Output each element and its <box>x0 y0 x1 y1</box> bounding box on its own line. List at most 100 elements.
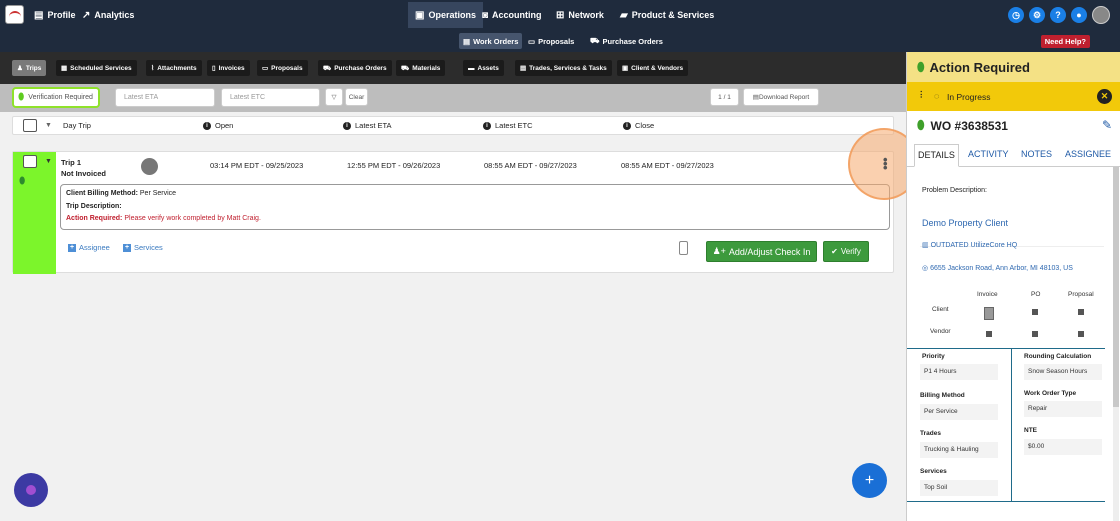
mobile-phone-icon[interactable] <box>679 241 688 255</box>
help-icon[interactable]: ? <box>1050 7 1066 23</box>
asset-icon: ▬ <box>468 64 475 72</box>
filter-bar: ⬮ Verification Required Latest ETA Latest… <box>0 84 906 112</box>
add-services-link[interactable]: + Services <box>123 243 163 252</box>
services-label: Services <box>920 468 947 475</box>
location-link[interactable]: ▥ OUTDATED UtilizeCore HQ <box>922 241 1017 249</box>
add-assignee-link[interactable]: + Assignee <box>68 243 110 252</box>
tab-trades-services-tasks[interactable]: ▤ Trades, Services & Tasks <box>515 60 612 76</box>
grid-col-invoice: Invoice <box>977 291 998 298</box>
gear-icon[interactable]: ⚙ <box>1029 7 1045 23</box>
trip-checkbox[interactable] <box>23 155 37 168</box>
client-name-link[interactable]: Demo Property Client <box>922 218 1008 228</box>
work-order-type-value: Repair <box>1024 401 1102 417</box>
rounding-value: Snow Season Hours <box>1024 364 1102 380</box>
tab-proposals[interactable]: ▭ Proposals <box>257 60 308 76</box>
nav-product-services[interactable]: ▰ Product & Services <box>620 0 714 30</box>
latest-etc-input[interactable]: Latest ETC <box>221 88 320 107</box>
chevron-down-icon[interactable]: ▼ <box>45 158 52 165</box>
need-help-button[interactable]: Need Help? <box>1040 35 1090 48</box>
company-logo[interactable] <box>5 5 24 24</box>
plus-icon: + <box>123 243 131 252</box>
trades-label: Trades <box>920 430 941 437</box>
nav-profile[interactable]: ▤ Profile <box>34 0 75 30</box>
tab-details[interactable]: DETAILS <box>914 144 959 167</box>
latest-eta-input[interactable]: Latest ETA <box>115 88 215 107</box>
tab-notes[interactable]: NOTES <box>1021 149 1052 159</box>
status-text: In Progress <box>947 92 991 102</box>
user-avatar[interactable] <box>1092 6 1110 24</box>
kebab-menu-icon[interactable]: ⋮ <box>917 89 926 100</box>
header-close: i Close <box>623 121 654 130</box>
kebab-menu-icon[interactable]: • • • <box>883 153 888 174</box>
clear-button[interactable]: Clear <box>345 88 368 106</box>
filter-icon[interactable]: ▽ <box>325 88 343 106</box>
verify-button[interactable]: ✔ Verify <box>823 241 869 262</box>
pagination[interactable]: 1 / 1 <box>710 88 739 106</box>
tab-client-vendors[interactable]: ▣ Client & Vendors <box>617 60 689 76</box>
vendor-po-icon[interactable] <box>1032 331 1038 337</box>
calendar-icon: ▦ <box>61 65 68 72</box>
chat-widget-button[interactable] <box>14 473 48 507</box>
spinner-icon: ◌ <box>934 91 940 101</box>
tab-materials[interactable]: ⛟ Materials <box>396 60 446 76</box>
download-report-button[interactable]: ▤ Download Report <box>743 88 819 106</box>
status-bar: ⋮ ◌ In Progress ✕ <box>907 82 1120 111</box>
pencil-edit-icon[interactable]: ✎ <box>1102 118 1112 132</box>
chat-bubble-icon[interactable]: ● <box>1071 7 1087 23</box>
nav-accounting[interactable]: ◙ Accounting <box>482 0 542 30</box>
invoice-document-icon[interactable] <box>984 307 994 320</box>
tab-activity[interactable]: ACTIVITY <box>968 149 1009 159</box>
subnav-proposals[interactable]: ▭ Proposals <box>524 33 578 49</box>
subnav-work-orders[interactable]: ▤ Work Orders <box>459 33 523 49</box>
technician-avatar[interactable] <box>141 158 158 175</box>
billing-method-label: Billing Method <box>920 392 965 399</box>
vendor-invoice-icon[interactable] <box>986 331 992 337</box>
tab-assignee[interactable]: ASSIGNEE <box>1065 149 1111 159</box>
select-all-checkbox[interactable] <box>23 119 37 132</box>
grid-col-po: PO <box>1031 291 1041 298</box>
grid-row-vendor: Vendor <box>930 328 951 335</box>
trip-description-label: Trip Description: <box>66 202 122 210</box>
chart-icon: ↗ <box>82 9 91 21</box>
map-pin-icon: ⬮ <box>18 92 25 103</box>
info-icon: i <box>343 121 351 130</box>
add-fab-button[interactable]: + <box>852 463 887 498</box>
address-link[interactable]: ◎ 6655 Jackson Road, Ann Arbor, MI 48103… <box>922 264 1073 272</box>
trip-name: Trip 1 <box>61 158 82 167</box>
work-order-number: ⬮ WO #3638531 <box>917 118 1008 133</box>
timer-icon[interactable]: ◷ <box>1008 7 1024 23</box>
tab-assets[interactable]: ▬ Assets <box>463 60 504 76</box>
status-filter[interactable]: ⬮ Verification Required <box>12 87 100 108</box>
add-adjust-checkin-button[interactable]: ♟+ Add/Adjust Check In <box>706 241 817 262</box>
tab-attachments[interactable]: ⌇ Attachments <box>146 60 202 76</box>
check-icon: ✔ <box>831 247 838 256</box>
vendor-proposal-icon[interactable] <box>1078 331 1084 337</box>
subnav-purchase-orders[interactable]: ⛟ Purchase Orders <box>586 33 667 49</box>
tab-trips[interactable]: ♟ Trips <box>12 60 47 76</box>
map-marker-icon: ◎ <box>922 265 929 272</box>
tab-scheduled-services[interactable]: ▦ Scheduled Services <box>56 60 137 76</box>
services-value: Top Soil <box>920 480 998 496</box>
trip-open: 03:14 PM EDT - 09/25/2023 <box>210 161 304 170</box>
nte-value: $0.00 <box>1024 439 1102 455</box>
work-order-type-label: Work Order Type <box>1024 390 1077 397</box>
nav-analytics[interactable]: ↗ Analytics <box>82 0 134 30</box>
client-po-icon[interactable] <box>1032 309 1038 315</box>
truck-icon: ⛟ <box>401 64 410 72</box>
tools-icon: ▤ <box>520 65 527 72</box>
person-icon: ♟ <box>17 65 23 72</box>
tab-invoices[interactable]: ▯ Invoices <box>207 60 250 76</box>
id-card-icon: ▣ <box>622 65 629 72</box>
client-proposal-icon[interactable] <box>1078 309 1084 315</box>
tab-purchase-orders[interactable]: ⛟ Purchase Orders <box>318 60 392 76</box>
priority-value: P1 4 Hours <box>920 364 998 380</box>
map-pin-icon: ⬮ <box>19 176 26 187</box>
panel-scrollbar[interactable] <box>1113 167 1119 521</box>
chevron-down-icon[interactable]: ▼ <box>45 122 52 129</box>
nav-operations[interactable]: ▣ Operations <box>408 2 483 28</box>
close-icon[interactable]: ✕ <box>1097 89 1112 104</box>
trip-details-box: Client Billing Method: Per Service Trip … <box>60 184 890 230</box>
work-order-panel: ⬮ Action Required ⋮ ◌ In Progress ✕ ⬮ WO #… <box>906 52 1120 521</box>
nav-network[interactable]: ⊞ Network <box>556 0 604 30</box>
cart-icon: ⛟ <box>323 64 332 72</box>
